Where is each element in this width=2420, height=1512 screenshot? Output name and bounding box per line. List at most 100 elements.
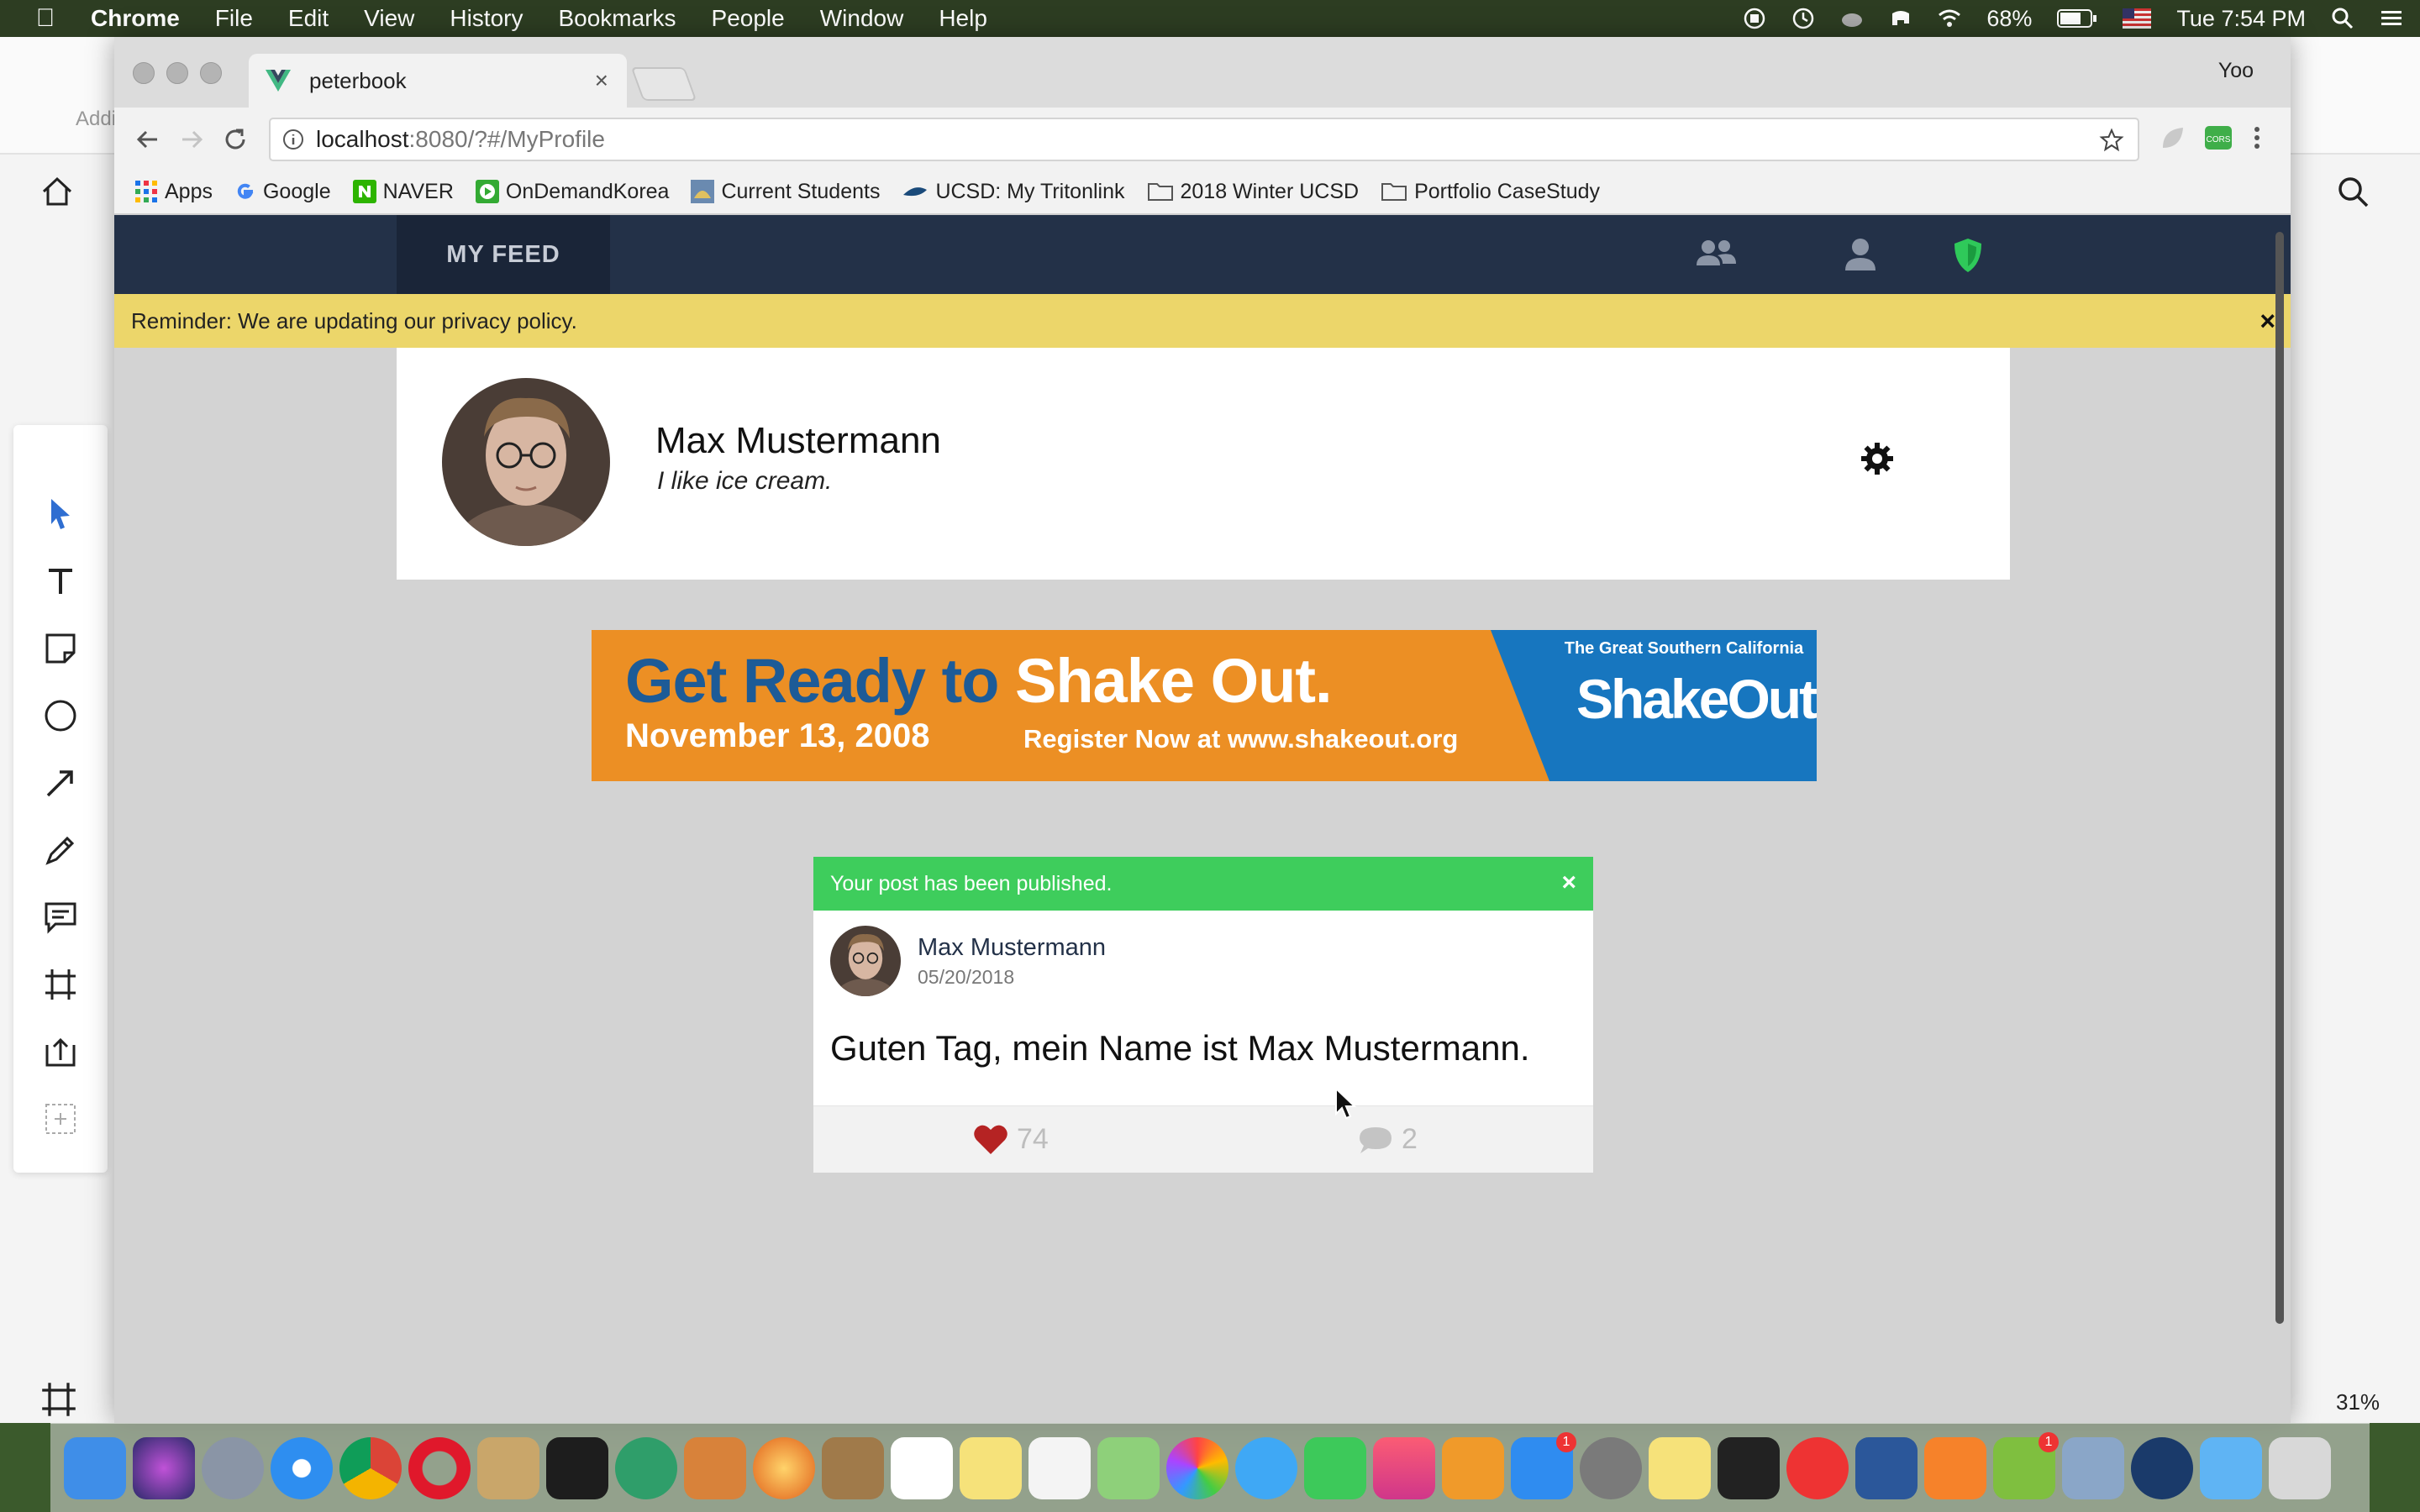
new-tab-button[interactable] [630,67,697,101]
chrome-profile-name[interactable]: Yoo [2218,59,2254,83]
select-tool-icon[interactable] [39,492,82,536]
us-flag-icon[interactable] [2123,8,2152,29]
maps-icon[interactable] [1097,1436,1160,1499]
menu-file[interactable]: File [215,5,253,32]
safari-icon[interactable] [271,1436,333,1499]
extension-leaf-icon[interactable] [2158,123,2188,153]
atom-icon[interactable] [615,1436,677,1499]
bookmark-tritonlink[interactable]: UCSD: My Tritonlink [902,180,1125,204]
stickies-icon[interactable] [1649,1436,1711,1499]
bookmark-folder-winter[interactable]: 2018 Winter UCSD [1147,180,1359,204]
page-scrollbar[interactable] [2275,232,2284,1324]
elephant-icon[interactable] [1889,7,1912,30]
tab-peterbook[interactable]: peterbook × [249,54,627,108]
calendar-icon[interactable] [891,1436,953,1499]
circle-tool-icon[interactable] [39,694,82,738]
post-author-avatar[interactable] [830,926,901,996]
reminder-close-icon[interactable]: × [2260,306,2275,337]
pen-tool-icon[interactable] [39,828,82,872]
profile-icon[interactable] [1844,237,1877,272]
launchpad-icon[interactable] [202,1436,264,1499]
image-capture-icon[interactable] [2062,1436,2124,1499]
settings-gear-icon[interactable] [1860,442,1894,475]
chrome-icon[interactable] [339,1436,402,1499]
window-minimize-button[interactable] [166,62,188,84]
address-bar[interactable]: localhost:8080/?#/MyProfile [269,118,2139,161]
word-icon[interactable] [1855,1436,1918,1499]
trash-icon[interactable] [2269,1436,2331,1499]
menu-window[interactable]: Window [820,5,904,32]
bookmark-current-students[interactable]: Current Students [691,180,880,204]
background-tab-label[interactable]: Addi [76,108,116,131]
activity-monitor-icon[interactable] [1718,1436,1780,1499]
itunes-icon[interactable] [1373,1436,1435,1499]
text-tool-icon[interactable] [39,559,82,603]
frame-tool-icon[interactable] [39,963,82,1006]
window-zoom-button[interactable] [200,62,222,84]
downloads-folder-icon[interactable] [2200,1436,2262,1499]
siri-icon[interactable] [133,1436,195,1499]
bookmark-naver[interactable]: NAVER [352,180,454,204]
reminders-icon[interactable] [1028,1436,1091,1499]
shield-icon[interactable] [1951,237,1985,274]
terminal-icon[interactable] [546,1436,608,1499]
bookmark-ondemandkorea[interactable]: OnDemandKorea [475,180,669,204]
back-button[interactable] [131,123,165,156]
facetime-icon[interactable] [1304,1436,1366,1499]
shakeout-ad-banner[interactable]: Get Ready to Shake Out. November 13, 200… [592,630,1817,781]
messages-icon[interactable] [1235,1436,1297,1499]
finder-icon[interactable] [64,1436,126,1499]
notification-center-icon[interactable] [2380,7,2403,30]
bookmark-apps[interactable]: Apps [134,180,213,204]
reload-button[interactable] [218,123,252,156]
cloud-icon[interactable] [1840,7,1864,30]
search-icon[interactable] [2336,175,2370,208]
menu-clock[interactable]: Tue 7:54 PM [2176,6,2306,32]
post-author-name[interactable]: Max Mustermann [918,934,1106,962]
menu-bookmarks[interactable]: Bookmarks [558,5,676,32]
like-button[interactable]: 74 [973,1123,1049,1156]
contacts-icon[interactable] [822,1436,884,1499]
menu-edit[interactable]: Edit [288,5,329,32]
menu-help[interactable]: Help [939,5,987,32]
time-machine-icon[interactable] [1791,7,1815,30]
forward-button[interactable] [175,123,208,156]
system-preferences-icon[interactable] [1580,1436,1642,1499]
wifi-icon[interactable] [1938,7,1961,30]
app-store-icon[interactable]: 1 [1511,1431,1576,1499]
ibooks-icon[interactable] [1442,1436,1504,1499]
quicktime-icon[interactable] [2131,1436,2193,1499]
sticky-note-tool-icon[interactable] [39,627,82,670]
frame-list-icon[interactable] [40,1381,77,1418]
cors-extension-icon[interactable]: CORS [2203,123,2233,153]
menu-view[interactable]: View [364,5,414,32]
arrow-tool-icon[interactable] [39,761,82,805]
menu-history[interactable]: History [450,5,523,32]
sublime-text-icon[interactable] [1924,1436,1986,1499]
window-close-button[interactable] [133,62,155,84]
apple-menu-icon[interactable]:  [0,4,91,33]
firefox-icon[interactable] [753,1436,815,1499]
site-info-icon[interactable] [282,129,304,150]
tab-close-icon[interactable]: × [595,67,608,94]
zoom-level[interactable]: 31% [2336,1389,2380,1415]
media-player-icon[interactable] [1786,1436,1849,1499]
package-icon[interactable] [684,1436,746,1499]
preview-app-icon[interactable] [477,1436,539,1499]
bookmark-google[interactable]: Google [234,180,331,204]
opera-icon[interactable] [408,1436,471,1499]
profile-avatar[interactable] [442,378,610,546]
notes-icon[interactable] [960,1436,1022,1499]
upload-tool-icon[interactable] [39,1030,82,1074]
record-icon[interactable] [1743,7,1766,30]
add-tool-icon[interactable] [39,1097,82,1141]
chrome-menu-icon[interactable] [2249,123,2265,153]
menu-people[interactable]: People [712,5,785,32]
nav-my-feed[interactable]: MY FEED [397,215,610,294]
comment-tool-icon[interactable] [39,895,82,939]
comment-button[interactable]: 2 [1358,1123,1418,1156]
menu-app-name[interactable]: Chrome [91,5,180,32]
home-icon[interactable] [40,175,74,208]
bookmark-star-icon[interactable] [2099,128,2124,153]
battery-icon[interactable] [2057,8,2097,29]
